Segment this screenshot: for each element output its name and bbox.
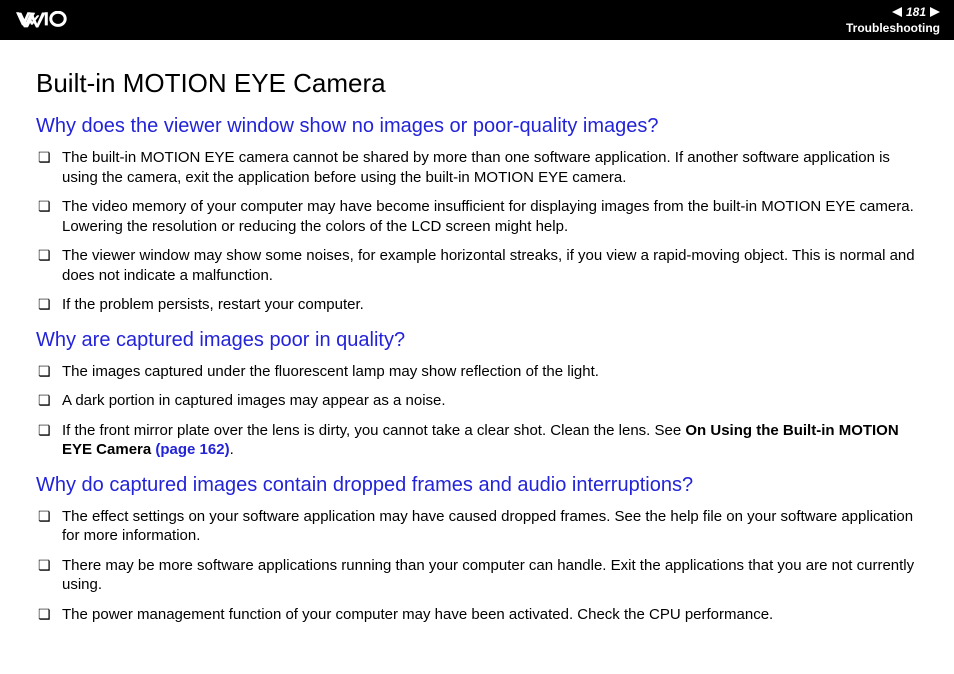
list-item: A dark portion in captured images may ap… <box>36 391 918 411</box>
list-item: There may be more software applications … <box>36 556 918 595</box>
list-item: The images captured under the fluorescen… <box>36 362 918 382</box>
bullet-list: The effect settings on your software app… <box>36 507 918 625</box>
list-item: The video memory of your computer may ha… <box>36 197 918 236</box>
svg-text:✓: ✓ <box>28 12 42 29</box>
page-nav: 181 <box>892 5 940 19</box>
page-link[interactable]: (page 162) <box>151 441 229 458</box>
list-item: The viewer window may show some noises, … <box>36 246 918 285</box>
bullet-list: The images captured under the fluorescen… <box>36 362 918 460</box>
list-item: The power management function of your co… <box>36 605 918 625</box>
text: If the front mirror plate over the lens … <box>62 422 685 439</box>
list-item: If the front mirror plate over the lens … <box>36 421 918 460</box>
list-item: The effect settings on your software app… <box>36 507 918 546</box>
bullet-list: The built-in MOTION EYE camera cannot be… <box>36 148 918 315</box>
section-heading: Why does the viewer window show no image… <box>36 115 918 138</box>
page-content: Built-in MOTION EYE Camera Why does the … <box>0 40 954 654</box>
section-label: Troubleshooting <box>846 21 940 35</box>
text: . <box>230 441 234 458</box>
next-page-icon[interactable] <box>930 7 940 17</box>
page-title: Built-in MOTION EYE Camera <box>36 68 918 99</box>
section-heading: Why do captured images contain dropped f… <box>36 474 918 497</box>
header-bar: VAIO ✓ <box>0 0 954 40</box>
page-number: 181 <box>906 5 926 19</box>
section-heading: Why are captured images poor in quality? <box>36 329 918 352</box>
list-item: If the problem persists, restart your co… <box>36 295 918 315</box>
header-right: 181 Troubleshooting <box>846 5 940 35</box>
vaio-logo: VAIO ✓ <box>14 11 114 29</box>
prev-page-icon[interactable] <box>892 7 902 17</box>
list-item: The built-in MOTION EYE camera cannot be… <box>36 148 918 187</box>
